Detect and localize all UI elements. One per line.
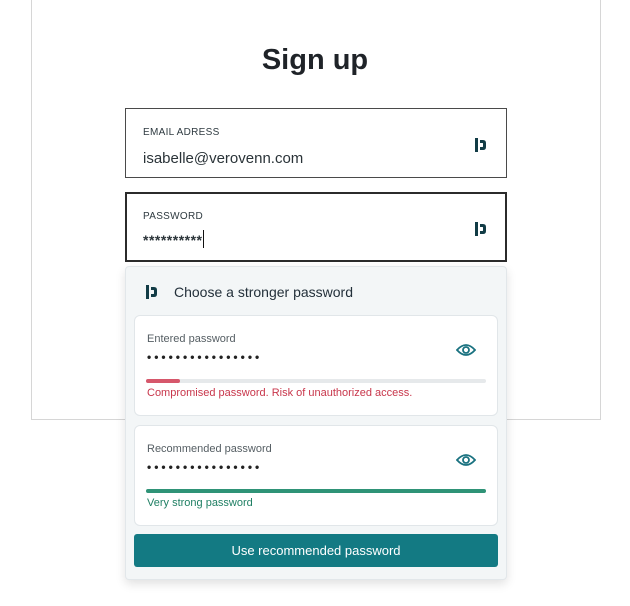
recommended-password-masked: •••••••••••••••• xyxy=(147,460,263,474)
recommended-strength-message: Very strong password xyxy=(147,497,253,509)
popup-title: Choose a stronger password xyxy=(174,284,353,300)
recommended-strength-bar xyxy=(146,489,486,493)
password-field-label: PASSWORD xyxy=(143,211,203,222)
page-title: Sign up xyxy=(261,44,369,76)
password-suggestion-popup: Choose a stronger password Entered passw… xyxy=(125,266,507,580)
use-recommended-password-button[interactable]: Use recommended password xyxy=(134,534,498,567)
dashlane-logo-icon[interactable] xyxy=(474,137,488,153)
password-field[interactable]: PASSWORD ********** xyxy=(125,192,507,262)
eye-icon[interactable] xyxy=(456,343,476,357)
entered-strength-bar xyxy=(146,379,180,383)
entered-password-masked: •••••••••••••••• xyxy=(147,350,263,364)
entered-password-box: Entered password •••••••••••••••• Compro… xyxy=(134,315,498,416)
text-caret xyxy=(203,230,205,248)
recommended-password-label: Recommended password xyxy=(147,443,272,455)
dashlane-logo-icon[interactable] xyxy=(474,221,488,237)
entered-strength-track xyxy=(146,379,486,383)
email-field-label: EMAIL ADRESS xyxy=(143,127,220,138)
eye-icon[interactable] xyxy=(456,453,476,467)
entered-password-label: Entered password xyxy=(147,333,236,345)
password-field-value: ********** xyxy=(143,230,205,248)
email-field[interactable]: EMAIL ADRESS isabelle@verovenn.com xyxy=(125,108,507,178)
email-field-value: isabelle@verovenn.com xyxy=(143,150,304,167)
dashlane-logo-icon xyxy=(146,285,157,299)
recommended-strength-track xyxy=(146,489,486,493)
password-field-text: ********** xyxy=(143,232,203,248)
entered-strength-message: Compromised password. Risk of unauthoriz… xyxy=(147,387,413,399)
recommended-password-box: Recommended password •••••••••••••••• Ve… xyxy=(134,425,498,526)
